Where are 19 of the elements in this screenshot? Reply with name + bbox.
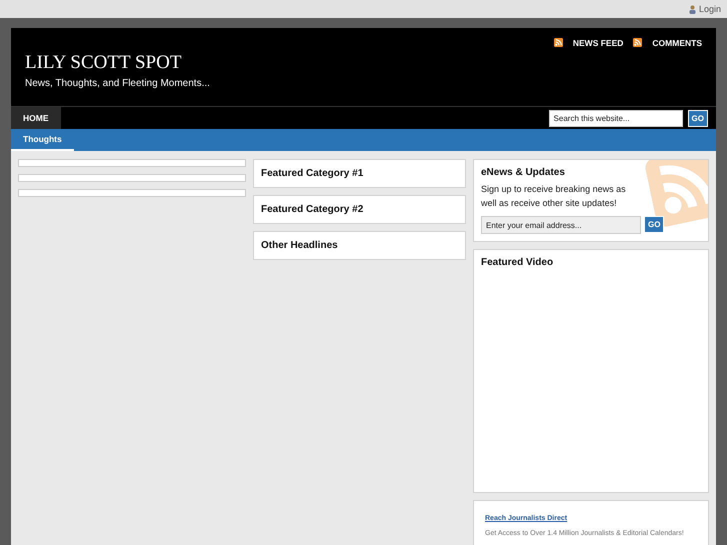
widget-title: Featured Category #1 [261, 168, 364, 179]
email-field[interactable]: Enter your email address... [481, 216, 641, 234]
search-button[interactable]: GO [688, 110, 708, 126]
site-tagline: News, Thoughts, and Fleeting Moments... [25, 78, 210, 89]
search-field[interactable]: Search this website... [548, 110, 683, 126]
rss-icon [554, 38, 563, 47]
feed-link[interactable]: NEWS FEED [572, 38, 624, 48]
subscribe-button[interactable]: GO [644, 216, 664, 233]
feed-link[interactable]: COMMENTS [652, 38, 702, 48]
widget-title: Featured Video [481, 257, 554, 268]
widget-title: Other Headlines [261, 240, 339, 251]
widget-title: Featured Category #2 [261, 204, 364, 215]
nav-tab[interactable]: HOME [11, 107, 60, 129]
site-title: LILY SCOTT SPOT [25, 52, 182, 74]
widget-title: eNews & Updates [481, 167, 566, 178]
rss-icon [633, 38, 642, 47]
enews-text: Sign up to receive breaking news as well as receive other site updates! [481, 183, 627, 210]
user-icon [688, 4, 696, 14]
login-link[interactable]: Login [698, 4, 721, 14]
